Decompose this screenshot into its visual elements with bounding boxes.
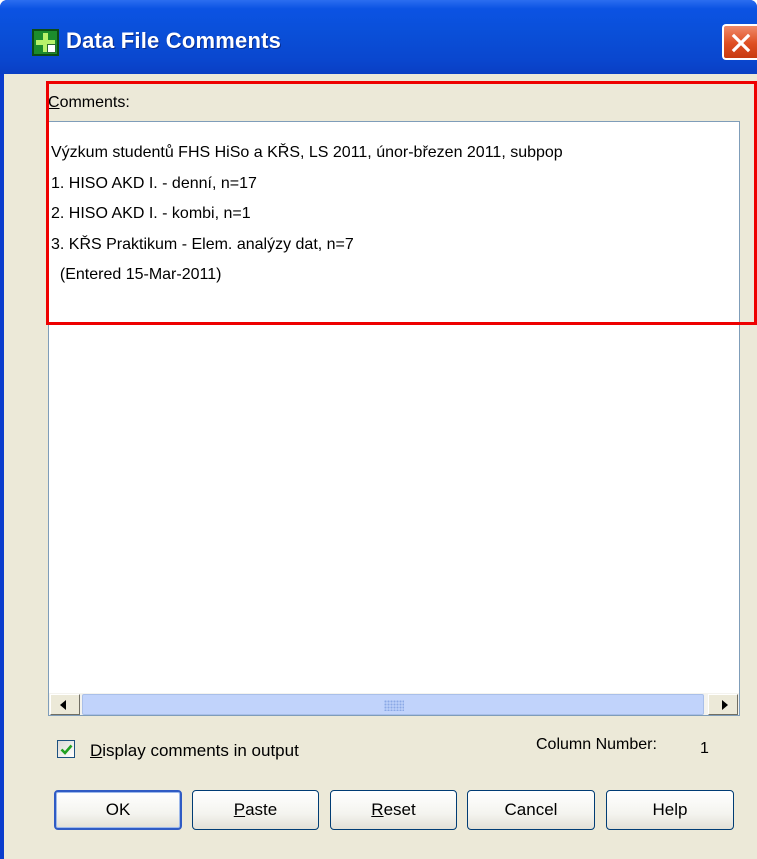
comments-textarea[interactable]: Výzkum studentů FHS HiSo a KŘS, LS 2011,… [48,121,740,715]
comment-line: Výzkum studentů FHS HiSo a KŘS, LS 2011,… [51,144,563,161]
spss-app-icon [32,29,59,56]
horizontal-scrollbar[interactable] [48,693,740,716]
title-bar[interactable]: Data File Comments [0,0,757,74]
window-title: Data File Comments [66,28,282,53]
column-number-label: Column Number: [536,736,657,753]
cancel-button[interactable]: Cancel [467,790,595,830]
scroll-right-button[interactable] [708,694,738,715]
reset-button[interactable]: Reset [330,790,457,830]
display-comments-label[interactable]: Display comments in output [90,741,299,761]
comments-label: Comments: [48,94,130,111]
help-button[interactable]: Help [606,790,734,830]
scroll-thumb[interactable] [82,694,704,715]
scroll-left-arrow-icon [60,700,66,710]
scroll-left-button[interactable] [50,694,80,715]
comment-line: (Entered 15-Mar-2011) [51,266,222,283]
scroll-right-arrow-icon [722,700,728,710]
ok-button[interactable]: OK [54,790,182,830]
checkmark-icon [60,744,73,755]
comment-line: 1. HISO AKD I. - denní, n=17 [51,174,257,192]
paste-button[interactable]: Paste [192,790,319,830]
close-icon [731,33,751,53]
comment-line: 3. KŘS Praktikum - Elem. analýzy dat, n=… [51,235,354,253]
scroll-grip-icon [384,700,404,711]
column-number-value: 1 [700,740,709,757]
close-button[interactable] [722,24,757,60]
comment-line: 2. HISO AKD I. - kombi, n=1 [51,205,251,222]
display-comments-checkbox[interactable] [57,740,75,758]
